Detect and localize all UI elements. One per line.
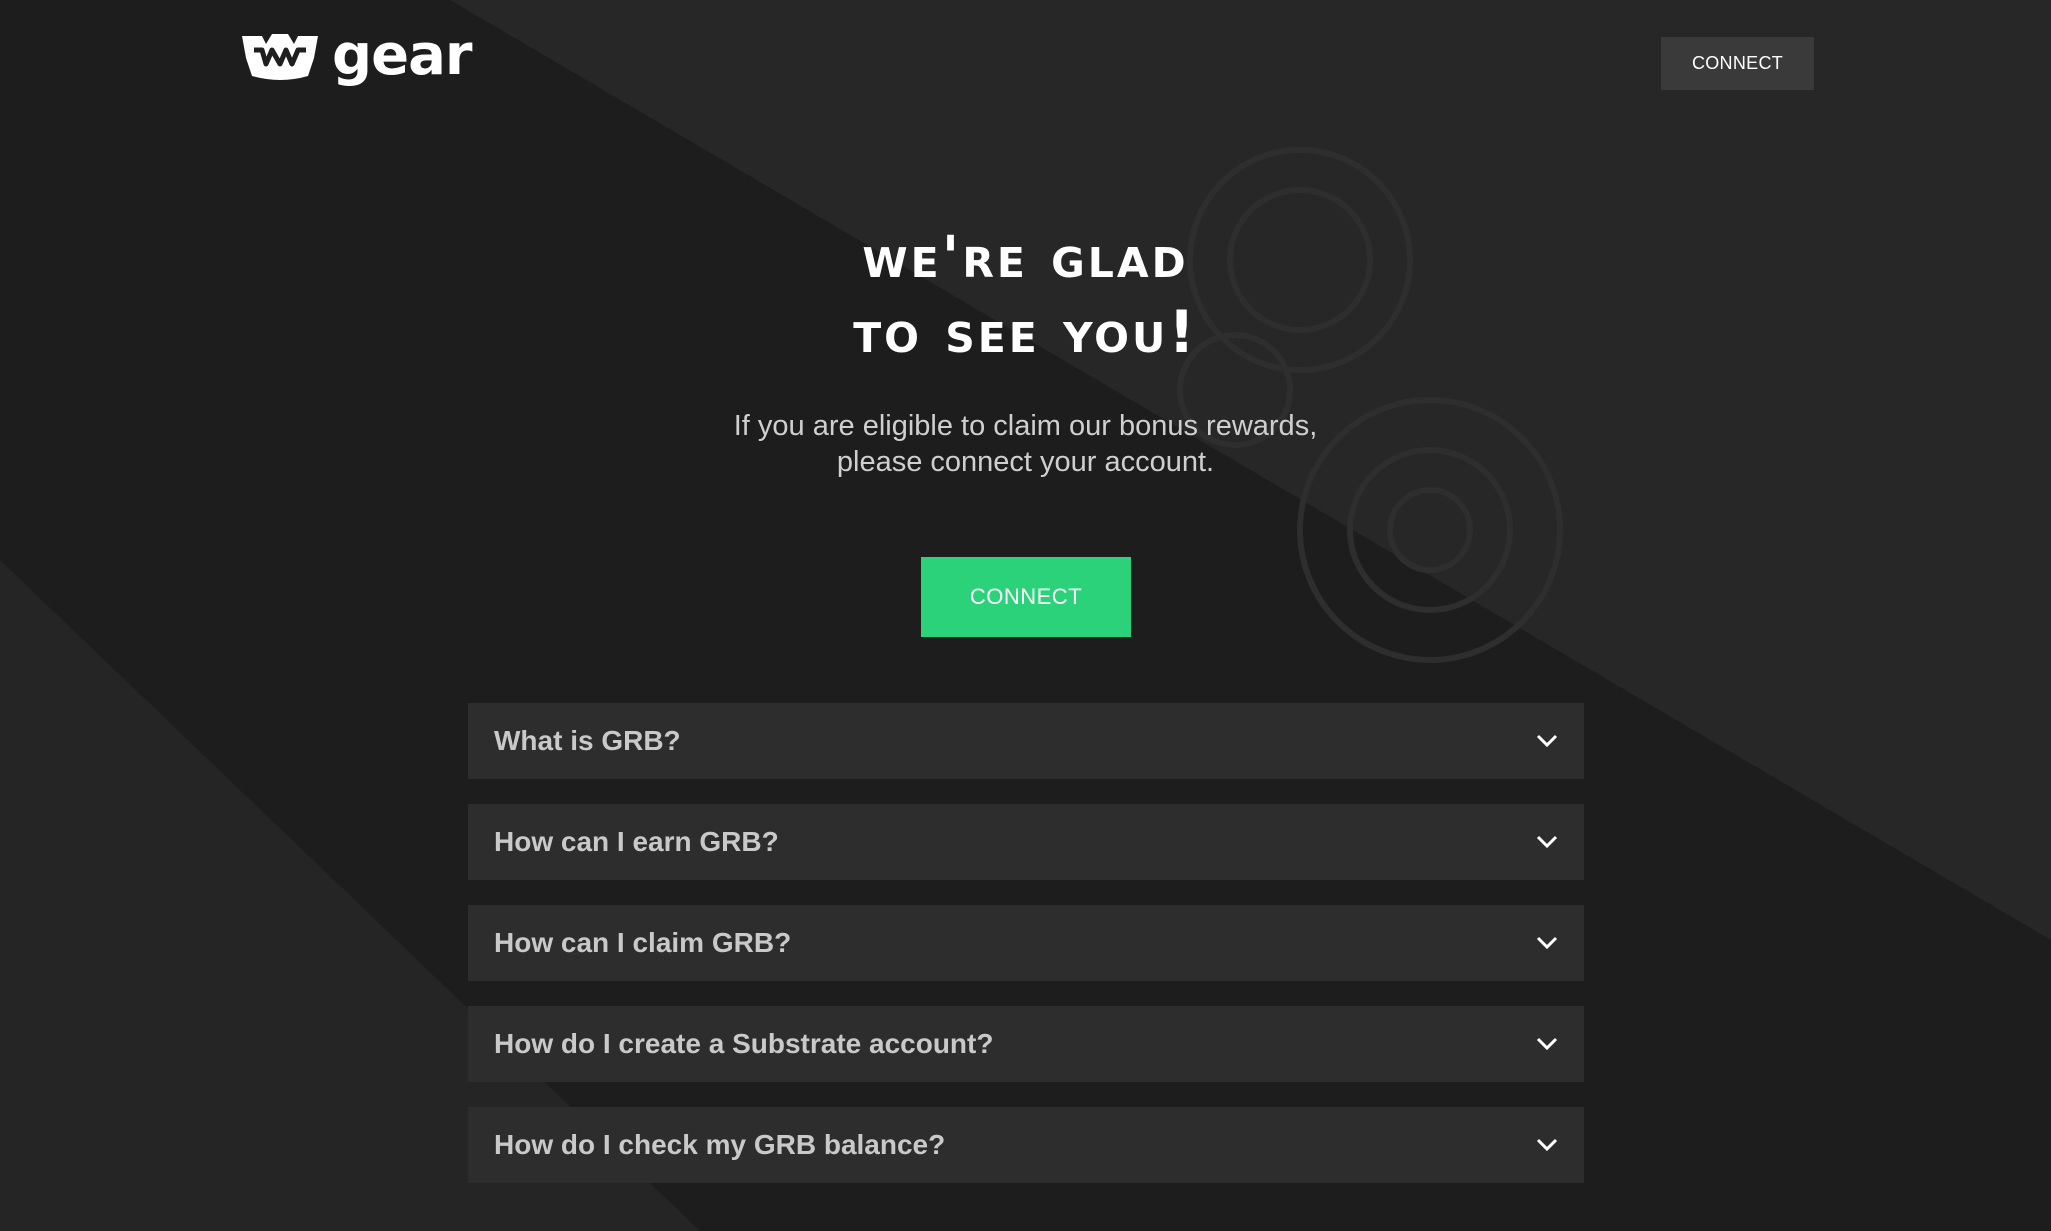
logo-text: gear xyxy=(332,23,472,88)
subtitle-line-1: If you are eligible to claim our bonus r… xyxy=(733,410,1318,442)
faq-item-claim-grb[interactable]: How can I claim GRB? xyxy=(468,905,1584,981)
header: gear CONNECT xyxy=(0,0,2051,130)
faq-question: How can I claim GRB? xyxy=(494,927,792,958)
logo[interactable]: gear xyxy=(238,23,472,88)
hero-subtitle: If you are eligible to claim our bonus r… xyxy=(676,408,1376,480)
subtitle-line-2: please connect your account. xyxy=(836,446,1215,478)
chevron-down-icon xyxy=(1536,932,1558,954)
chevron-down-icon xyxy=(1536,1033,1558,1055)
faq-question: How do I check my GRB balance? xyxy=(494,1129,946,1160)
gear-logo-icon xyxy=(242,34,318,80)
connect-button-header[interactable]: CONNECT xyxy=(1661,37,1814,90)
faq-item-earn-grb[interactable]: How can I earn GRB? xyxy=(468,804,1584,880)
faq-list: What is GRB? How can I earn GRB? How can… xyxy=(468,703,1584,1208)
faq-question: How do I create a Substrate account? xyxy=(494,1028,994,1059)
chevron-down-icon xyxy=(1536,1134,1558,1156)
chevron-down-icon xyxy=(1536,730,1558,752)
faq-item-check-grb-balance[interactable]: How do I check my GRB balance? xyxy=(468,1107,1584,1183)
faq-item-what-is-grb[interactable]: What is GRB? xyxy=(468,703,1584,779)
faq-question: How can I earn GRB? xyxy=(494,826,779,857)
faq-question: What is GRB? xyxy=(494,725,681,756)
faq-item-create-substrate-account[interactable]: How do I create a Substrate account? xyxy=(468,1006,1584,1082)
hero: We're glad to see you! If you are eligib… xyxy=(0,220,2051,480)
connect-button-main[interactable]: CONNECT xyxy=(921,557,1131,637)
page-title: We're glad to see you! xyxy=(0,220,2051,370)
title-line-1: We're glad xyxy=(862,223,1189,291)
title-line-2: to see you! xyxy=(853,298,1198,366)
chevron-down-icon xyxy=(1536,831,1558,853)
